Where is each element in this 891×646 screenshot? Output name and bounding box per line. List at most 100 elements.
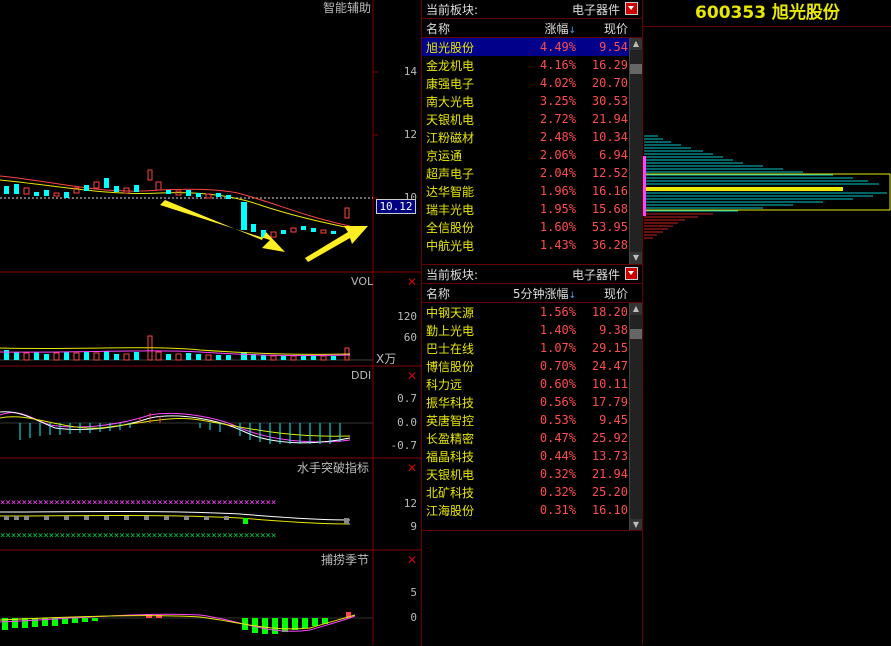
stock-change-pct: 2.06% [539,148,576,162]
stock-price: 16.29 [591,58,628,72]
col-price[interactable]: 现价 [576,285,632,302]
scroll-down-icon[interactable]: ▼ [630,252,642,264]
table-row[interactable]: 江海股份 0.31% 16.10 [422,501,642,519]
scroll-thumb[interactable] [630,329,642,339]
stock-price: 12.52 [591,166,628,180]
stock-change-pct: 1.43% [539,238,576,252]
stock-name: 康强电子 [426,76,475,91]
stock-name: 瑞丰光电 [426,202,475,217]
scroll-up-icon[interactable]: ▲ [630,38,642,50]
chip-distribution-chart [643,135,891,239]
table-row[interactable]: 瑞丰光电 1.95% 15.68 [422,200,642,218]
stock-change-pct: 0.32% [539,485,576,499]
scroll-thumb[interactable] [630,64,642,74]
table-row[interactable]: 中航光电 1.43% 36.28 [422,236,642,254]
svg-text:××××××××××××××××××××××××××××××: ××××××××××××××××××××××××××××××××××××××××… [0,531,276,541]
vol-label: VOL [351,275,374,288]
table-row[interactable]: 旭光股份 4.49% 9.54 [422,38,642,56]
current-price-tag: 10.12 [376,199,416,214]
dropdown-arrow-icon[interactable] [625,2,638,15]
table-row[interactable]: 超声电子 2.04% 12.52 [422,164,642,182]
table-row[interactable]: 振华科技 0.56% 17.79 [422,393,642,411]
sector-table-bottom[interactable]: 当前板块: 电子器件 名称 5分钟涨幅↓ 现价 中钢天源 1.56% 18.20 勤上… [421,264,642,531]
col-name[interactable]: 名称 [422,285,486,302]
stock-price: 15.68 [591,202,628,216]
stock-name: 超声电子 [426,166,475,181]
stock-change-pct: 4.02% [539,76,576,90]
chip-distribution-panel[interactable]: 600353 旭光股份 [642,0,891,645]
table-row[interactable]: 康强电子 4.02% 20.70 [422,74,642,92]
stock-name: 中航光电 [426,238,475,253]
table-row[interactable]: 博信股份 0.70% 24.47 [422,357,642,375]
stock-price: 17.79 [591,395,628,409]
sailor-indicator: ××××××××××××××××××××××××××××××××××××××××… [0,498,351,541]
table-row[interactable]: 天银机电 2.72% 21.94 [422,110,642,128]
table-row[interactable]: 中钢天源 1.56% 18.20 [422,303,642,321]
table-row[interactable]: 江粉磁材 2.48% 10.34 [422,128,642,146]
stock-price: 25.92 [591,431,628,445]
stock-change-pct: 0.47% [539,431,576,445]
stock-name: 长盈精密 [426,431,475,446]
stock-price: 16.16 [591,184,628,198]
close-icon[interactable]: ✕ [407,553,417,567]
scrollbar[interactable]: ▲ ▼ [629,303,642,531]
svg-text:××××××××××××××××××××××××××××××: ××××××××××××××××××××××××××××××××××××××××… [0,498,276,508]
stock-change-pct: 0.60% [539,377,576,391]
sailor-tick-12: 12 [403,497,417,510]
table-body: 旭光股份 4.49% 9.54 金龙机电 4.16% 16.29 康强电子 4.02% 20.7… [422,38,642,254]
stock-change-pct: 0.56% [539,395,576,409]
main-chart-title: 智能辅助 [323,1,372,15]
chart-area[interactable]: ××××××××××××××××××××××××××××××××××××××××… [0,0,421,645]
stock-price: 13.73 [591,449,628,463]
stock-price: 9.45 [599,413,628,427]
col-price[interactable]: 现价 [576,20,632,37]
table-row[interactable]: 科力远 0.60% 10.11 [422,375,642,393]
close-icon[interactable]: ✕ [407,275,417,289]
stock-change-pct: 1.07% [539,341,576,355]
close-icon[interactable]: ✕ [407,461,417,475]
stock-name: 天银机电 [426,467,475,482]
stock-change-pct: 1.56% [539,305,576,319]
stock-change-pct: 2.72% [539,112,576,126]
vol-tick-120: 120 [397,310,417,323]
table-row[interactable]: 金龙机电 4.16% 16.29 [422,56,642,74]
board-value[interactable]: 电子器件 [572,266,620,283]
fishing-tick-0: 0 [410,611,417,624]
scrollbar[interactable]: ▲ ▼ [629,38,642,264]
stock-price: 10.11 [591,377,628,391]
table-row[interactable]: 长盈精密 0.47% 25.92 [422,429,642,447]
board-value[interactable]: 电子器件 [572,1,620,18]
stock-name: 旭光股份 [426,40,475,55]
col-pct[interactable]: 5分钟涨幅↓ [486,285,576,302]
col-name[interactable]: 名称 [422,20,506,37]
scroll-up-icon[interactable]: ▲ [630,303,642,315]
stock-change-pct: 1.40% [539,323,576,337]
stock-price: 29.15 [591,341,628,355]
sailor-indicator-label: 水手突破指标 [297,461,370,475]
table-row[interactable]: 天银机电 0.32% 21.94 [422,465,642,483]
stock-name: 福晶科技 [426,449,475,464]
sector-table-top[interactable]: 当前板块: 电子器件 名称 涨幅↓ 现价 旭光股份 4.49% 9.54 金龙机电 4.… [421,0,642,264]
stock-price: 9.54 [599,40,628,54]
close-icon[interactable]: ✕ [407,369,417,383]
table-row[interactable]: 英唐智控 0.53% 9.45 [422,411,642,429]
stock-change-pct: 1.95% [539,202,576,216]
stock-name: 江粉磁材 [426,130,475,145]
col-pct[interactable]: 涨幅↓ [506,20,576,37]
table-row[interactable]: 京运通 2.06% 6.94 [422,146,642,164]
dropdown-arrow-icon[interactable] [625,267,638,280]
stock-change-pct: 0.44% [539,449,576,463]
board-header: 当前板块: 电子器件 [422,265,642,283]
stock-price: 53.95 [591,220,628,234]
table-row[interactable]: 勤上光电 1.40% 9.38 [422,321,642,339]
table-row[interactable]: 达华智能 1.96% 16.16 [422,182,642,200]
table-row[interactable]: 南大光电 3.25% 30.53 [422,92,642,110]
table-row[interactable]: 巴士在线 1.07% 29.15 [422,339,642,357]
table-row[interactable]: 福晶科技 0.44% 13.73 [422,447,642,465]
stock-change-pct: 3.25% [539,94,576,108]
table-row[interactable]: 北矿科技 0.32% 25.20 [422,483,642,501]
stock-name: 英唐智控 [426,413,475,428]
vol-tick-60: 60 [403,331,417,344]
table-row[interactable]: 全信股份 1.60% 53.95 [422,218,642,236]
stock-price: 25.20 [591,485,628,499]
